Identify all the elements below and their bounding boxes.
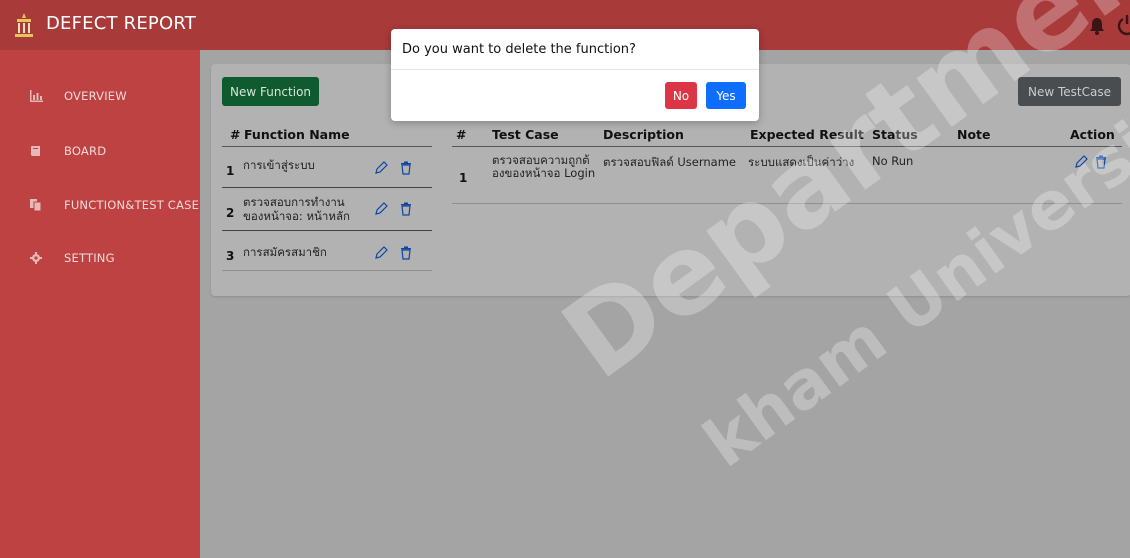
no-button[interactable]: No xyxy=(665,82,697,109)
sidebar-item-label: BOARD xyxy=(64,144,107,158)
column-header-num: # xyxy=(456,127,467,142)
sidebar-item-label: SETTING xyxy=(64,251,115,265)
row-divider xyxy=(222,270,432,271)
bell-icon[interactable] xyxy=(1089,17,1105,35)
row-number: 1 xyxy=(226,164,235,178)
column-header-test-case: Test Case xyxy=(492,127,559,142)
power-icon[interactable] xyxy=(1117,14,1130,36)
column-header-note: Note xyxy=(957,127,991,142)
sidebar-item-function-test-case[interactable]: FUNCTION&TEST CASE xyxy=(0,190,200,220)
column-header-expected-result: Expected Result xyxy=(750,127,864,142)
dialog-divider xyxy=(391,69,759,70)
gear-icon xyxy=(30,252,64,264)
trash-icon[interactable] xyxy=(399,202,413,216)
sidebar-item-board[interactable]: BOARD xyxy=(0,136,200,166)
column-header-action: Action xyxy=(1070,127,1115,142)
test-case-expected-result: ระบบแสดงเป็นค่าว่าง xyxy=(748,155,855,169)
building-logo-icon xyxy=(15,13,33,37)
edit-icon[interactable] xyxy=(1074,155,1088,169)
sidebar: OVERVIEW BOARD FUNCTION&TEST CASE SETTIN… xyxy=(0,50,200,558)
row-divider xyxy=(452,203,1122,204)
book-icon xyxy=(30,145,64,157)
sidebar-item-label: OVERVIEW xyxy=(64,89,127,103)
main-content: New Function New TestCase # Function Nam… xyxy=(200,50,1130,558)
test-case-description: ตรวจสอบฟิลด์ Username xyxy=(603,155,737,169)
function-name: การเข้าสู่ระบบ xyxy=(243,158,315,172)
row-divider xyxy=(222,230,432,231)
edit-icon[interactable] xyxy=(374,202,388,216)
column-header-description: Description xyxy=(603,127,684,142)
function-name: การสมัครสมาชิก xyxy=(243,245,327,259)
trash-icon[interactable] xyxy=(399,246,413,260)
new-function-button[interactable]: New Function xyxy=(222,77,319,106)
dialog-title: Do you want to delete the function? xyxy=(402,42,636,57)
sidebar-item-label: FUNCTION&TEST CASE xyxy=(64,198,200,212)
yes-button[interactable]: Yes xyxy=(706,82,746,109)
function-name: ตรวจสอบการทำงานของหน้าจอ: หน้าหลัก xyxy=(243,195,350,223)
sidebar-item-overview[interactable]: OVERVIEW xyxy=(0,81,200,111)
column-header-function-name: Function Name xyxy=(244,127,350,142)
row-number: 2 xyxy=(226,206,235,220)
app-root: DEFECT REPORT OVERVIEW BOARD FUNCTION&TE… xyxy=(0,0,1130,558)
column-header-num: # xyxy=(230,127,241,142)
table-header-divider xyxy=(452,146,1122,147)
test-case-name: ตรวจสอบความถูกต้องของหน้าจอ Login xyxy=(492,153,596,180)
bar-chart-icon xyxy=(30,90,64,102)
app-title: DEFECT REPORT xyxy=(46,13,196,34)
delete-confirm-dialog: Do you want to delete the function? No Y… xyxy=(391,29,759,121)
trash-icon[interactable] xyxy=(1094,155,1108,169)
edit-icon[interactable] xyxy=(374,161,388,175)
copy-icon xyxy=(30,199,64,211)
new-testcase-button[interactable]: New TestCase xyxy=(1018,77,1121,106)
row-number: 1 xyxy=(459,171,468,185)
test-case-status: No Run xyxy=(872,154,914,168)
column-header-status: Status xyxy=(872,127,918,142)
edit-icon[interactable] xyxy=(374,246,388,260)
row-divider xyxy=(222,187,432,188)
table-header-divider xyxy=(222,146,432,147)
trash-icon[interactable] xyxy=(399,161,413,175)
row-number: 3 xyxy=(226,249,235,263)
sidebar-item-setting[interactable]: SETTING xyxy=(0,243,200,273)
